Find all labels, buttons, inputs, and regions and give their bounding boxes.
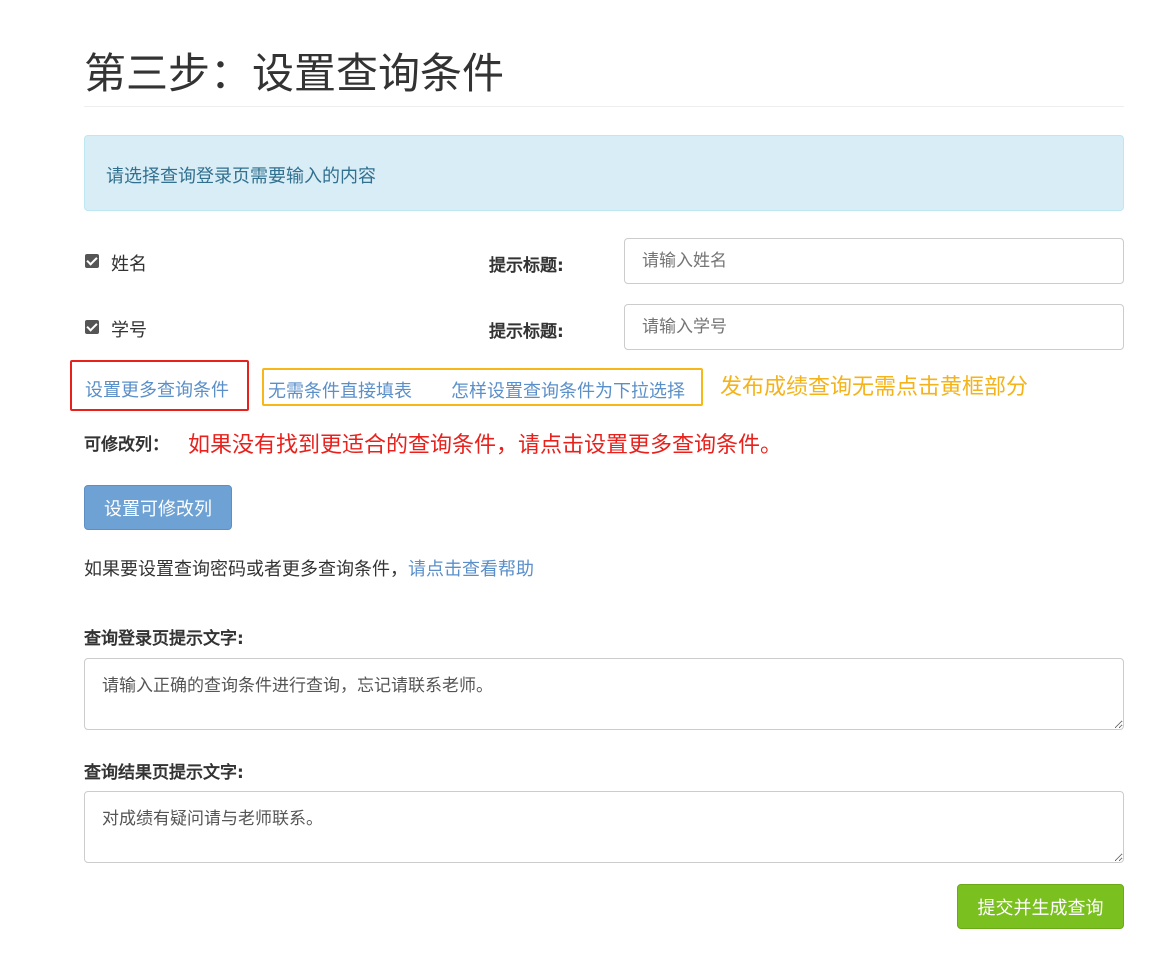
field-row-name: 姓名 提示标题: bbox=[84, 238, 1124, 284]
login-hint-textarea[interactable]: 请输入正确的查询条件进行查询，忘记请联系老师。 bbox=[84, 658, 1124, 730]
info-alert: 请选择查询登录页需要输入的内容 bbox=[84, 135, 1124, 211]
student-id-field-label: 学号 bbox=[111, 320, 147, 341]
page-title: 第三步：设置查询条件 bbox=[84, 49, 505, 98]
name-hint-input[interactable] bbox=[624, 238, 1124, 284]
dropdown-howto-link[interactable]: 怎样设置查询条件为下拉选择 bbox=[451, 377, 685, 403]
yellow-highlight-box: 无需条件直接填表 怎样设置查询条件为下拉选择 bbox=[262, 368, 703, 406]
set-editable-columns-button[interactable]: 设置可修改列 bbox=[84, 485, 232, 530]
red-annotation: 如果没有找到更适合的查询条件，请点击设置更多查询条件。 bbox=[188, 433, 783, 458]
yellow-annotation: 发布成绩查询无需点击黄框部分 bbox=[720, 375, 1029, 400]
info-alert-text: 请选择查询登录页需要输入的内容 bbox=[106, 166, 376, 187]
result-hint-label: 查询结果页提示文字: bbox=[84, 763, 244, 783]
student-id-hint-input[interactable] bbox=[624, 304, 1124, 350]
field-row-student-id: 学号 提示标题: bbox=[84, 304, 1124, 350]
help-text: 如果要设置查询密码或者更多查询条件， bbox=[84, 559, 408, 580]
more-conditions-link[interactable]: 设置更多查询条件 bbox=[85, 376, 229, 402]
help-line: 如果要设置查询密码或者更多查询条件，请点击查看帮助 bbox=[84, 555, 534, 581]
login-hint-label: 查询登录页提示文字: bbox=[84, 629, 244, 649]
red-highlight-box: 设置更多查询条件 bbox=[70, 360, 249, 411]
help-link[interactable]: 请点击查看帮助 bbox=[408, 559, 534, 580]
editable-columns-label: 可修改列： bbox=[84, 435, 169, 455]
name-field-label: 姓名 bbox=[111, 254, 147, 275]
name-checkbox[interactable] bbox=[85, 254, 99, 268]
title-divider bbox=[84, 106, 1124, 107]
student-id-checkbox[interactable] bbox=[85, 320, 99, 334]
result-hint-textarea[interactable]: 对成绩有疑问请与老师联系。 bbox=[84, 791, 1124, 863]
name-hint-label: 提示标题: bbox=[489, 256, 564, 276]
submit-button[interactable]: 提交并生成查询 bbox=[957, 884, 1124, 929]
student-id-hint-label: 提示标题: bbox=[489, 322, 564, 342]
no-conditions-link[interactable]: 无需条件直接填表 bbox=[268, 377, 412, 403]
